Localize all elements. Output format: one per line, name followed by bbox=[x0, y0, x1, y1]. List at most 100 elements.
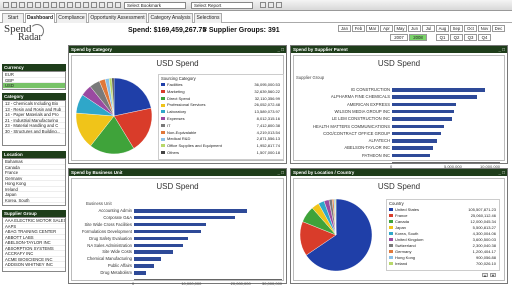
category-item[interactable]: 30 - Structures and Building... bbox=[3, 129, 65, 134]
bar[interactable] bbox=[392, 124, 444, 128]
bar[interactable] bbox=[134, 215, 236, 220]
month-nov[interactable]: Nov bbox=[478, 25, 491, 32]
legend-item[interactable]: Non-Equivalable 4,219,013.54 bbox=[161, 130, 281, 137]
minimize-icon[interactable]: _ □ bbox=[278, 47, 284, 52]
tab-start[interactable]: Start bbox=[2, 13, 24, 23]
legend-item[interactable]: Marketing 32,639,560.22 bbox=[161, 89, 281, 96]
bar[interactable] bbox=[392, 88, 485, 92]
bar[interactable] bbox=[134, 250, 174, 254]
forward-icon[interactable] bbox=[67, 2, 73, 8]
quarter-q4[interactable]: Q4 bbox=[478, 34, 491, 41]
scroll-down-button[interactable]: ▼ bbox=[490, 273, 496, 278]
month-may[interactable]: May bbox=[394, 25, 407, 32]
quarter-q3[interactable]: Q3 bbox=[464, 34, 477, 41]
save-icon[interactable] bbox=[19, 2, 25, 8]
print-icon[interactable] bbox=[27, 2, 33, 8]
search-icon[interactable] bbox=[51, 2, 57, 8]
quarter-q2[interactable]: Q2 bbox=[450, 34, 463, 41]
minimize-icon[interactable]: _ □ bbox=[499, 170, 505, 175]
month-jan[interactable]: Jan bbox=[338, 25, 351, 32]
bar[interactable] bbox=[134, 222, 206, 227]
month-jun[interactable]: Jun bbox=[408, 25, 421, 32]
tab-compliance[interactable]: Compliance bbox=[56, 13, 87, 23]
reload-icon[interactable] bbox=[99, 2, 105, 8]
location-listbox-header[interactable]: Location bbox=[2, 151, 66, 158]
legend-item[interactable]: Ireland 700,026.10 bbox=[389, 261, 497, 267]
month-aug[interactable]: Aug bbox=[436, 25, 449, 32]
bar[interactable] bbox=[392, 95, 478, 99]
legend-item[interactable]: IT 7,412,800.38 bbox=[161, 123, 281, 130]
bar[interactable] bbox=[134, 229, 201, 234]
minimize-icon[interactable]: _ □ bbox=[278, 170, 284, 175]
bar[interactable] bbox=[134, 271, 147, 275]
category-listbox-header[interactable]: Category bbox=[2, 93, 66, 100]
legend-swatch bbox=[161, 151, 165, 155]
bar[interactable] bbox=[392, 139, 438, 143]
month-apr[interactable]: Apr bbox=[380, 25, 393, 32]
tab-category-analysis[interactable]: Category Analysis bbox=[148, 13, 193, 23]
clear-icon[interactable] bbox=[83, 2, 89, 8]
bar[interactable] bbox=[134, 257, 162, 261]
chart-icon[interactable] bbox=[260, 2, 266, 8]
supplier-item[interactable]: ADDISON WHITNEY INC bbox=[3, 262, 65, 268]
tab-opportunity-assessment[interactable]: Opportunity Assessment bbox=[88, 13, 147, 23]
panel-header[interactable]: Spend by Location / Country _ □ bbox=[291, 169, 507, 176]
bar-label: Accounting Admin bbox=[98, 208, 132, 213]
undo-icon[interactable] bbox=[35, 2, 41, 8]
export-icon[interactable] bbox=[276, 2, 282, 8]
month-mar[interactable]: Mar bbox=[366, 25, 379, 32]
minimize-icon[interactable]: _ □ bbox=[499, 47, 505, 52]
quarter-q1[interactable]: Q1 bbox=[436, 34, 449, 41]
redo-icon[interactable] bbox=[43, 2, 49, 8]
bar[interactable] bbox=[392, 102, 456, 107]
month-feb[interactable]: Feb bbox=[352, 25, 365, 32]
legend-swatch bbox=[161, 103, 165, 107]
year-2008[interactable]: 2008 bbox=[409, 34, 427, 41]
legend-item[interactable]: Direct Spend 32,110,356.99 bbox=[161, 96, 281, 103]
lock-icon[interactable] bbox=[75, 2, 81, 8]
currency-item-selected[interactable]: USD bbox=[3, 83, 65, 89]
month-oct[interactable]: Oct bbox=[464, 25, 477, 32]
tab-label: Dashboard bbox=[26, 15, 54, 21]
panel-header[interactable]: Spend by Business Unit _ □ bbox=[69, 169, 286, 176]
month-jul[interactable]: Jul bbox=[422, 25, 435, 32]
supplier-group-listbox-header[interactable]: Supplier Group bbox=[2, 210, 66, 217]
new-icon[interactable] bbox=[3, 2, 9, 8]
bookmark-icon[interactable] bbox=[91, 2, 97, 8]
month-dec[interactable]: Dec bbox=[492, 25, 505, 32]
table-icon[interactable] bbox=[268, 2, 274, 8]
currency-listbox-header[interactable]: Currency bbox=[2, 64, 66, 71]
edit-icon[interactable] bbox=[107, 2, 113, 8]
legend-item[interactable]: Office Supplies and Equipment 1,952,817.7… bbox=[161, 143, 281, 150]
legend-item[interactable]: Professional Services 26,052,072.48 bbox=[161, 102, 281, 109]
panel-header[interactable]: Spend by Category _ □ bbox=[69, 46, 286, 53]
panel-header[interactable]: Spend by Supplier Parent _ □ bbox=[291, 46, 507, 53]
scroll-up-button[interactable]: ▲ bbox=[482, 273, 488, 278]
back-icon[interactable] bbox=[59, 2, 65, 8]
location-item[interactable]: Korea, South bbox=[3, 198, 65, 203]
legend-item[interactable]: Expenses 8,012,315.16 bbox=[161, 116, 281, 123]
legend-item[interactable]: Laboratory 13,589,073.97 bbox=[161, 109, 281, 116]
tab-dashboard[interactable]: Dashboard bbox=[25, 13, 55, 23]
location-pie-chart[interactable] bbox=[298, 197, 374, 273]
bookmark-select[interactable]: Select Bookmark bbox=[124, 2, 186, 9]
bar[interactable] bbox=[134, 243, 184, 247]
bar[interactable] bbox=[134, 209, 248, 213]
bar[interactable] bbox=[392, 153, 430, 158]
tab-selections[interactable]: Selections bbox=[194, 13, 222, 23]
category-pie-chart[interactable] bbox=[74, 76, 154, 156]
bar[interactable] bbox=[392, 146, 434, 150]
year-2007[interactable]: 2007 bbox=[390, 34, 408, 41]
bar[interactable] bbox=[392, 117, 453, 121]
bar[interactable] bbox=[392, 109, 454, 114]
report-select[interactable]: Select Report bbox=[191, 2, 253, 9]
help-icon[interactable] bbox=[115, 2, 121, 8]
bar[interactable] bbox=[134, 264, 154, 268]
open-icon[interactable] bbox=[11, 2, 17, 8]
legend-item[interactable]: Medical R&D 2,871,556.13 bbox=[161, 136, 281, 143]
bar[interactable] bbox=[392, 131, 441, 136]
month-sep[interactable]: Sep bbox=[450, 25, 463, 32]
legend-item[interactable]: Others 1,507,000.18 bbox=[161, 150, 281, 157]
bar[interactable] bbox=[134, 236, 189, 241]
legend-item[interactable]: Facilities 36,095,000.53 bbox=[161, 82, 281, 89]
